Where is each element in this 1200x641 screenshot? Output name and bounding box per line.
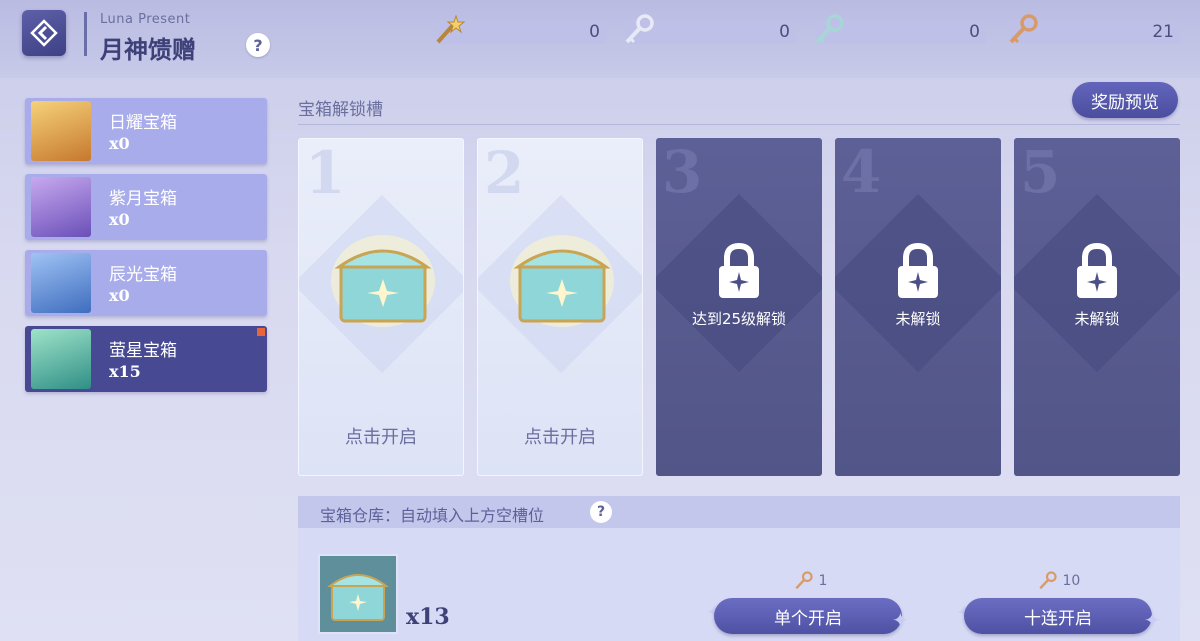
back-arrow-icon [30,19,58,47]
sidebar-item-sun-chest[interactable]: 日耀宝箱 x0 [25,98,267,164]
lock-requirement-label: 未解锁 [1074,310,1120,328]
slot-number: 2 [484,139,525,207]
lock-requirement-label: 达到25级解锁 [691,310,787,328]
firefly-chest-icon [31,329,91,389]
page-title: 月神馈赠 [100,35,196,64]
chest-name: 萤星宝箱 [109,341,177,361]
teal-chest-icon [320,556,396,632]
currency-value: 21 [1152,22,1174,42]
teal-chest-icon [331,235,435,327]
currency-bronze-key: 21 [1009,14,1180,44]
chest-slot-3[interactable]: 3 达到25级解锁 [656,138,822,476]
currency-value: 0 [779,22,790,42]
bronze-key-icon [1039,571,1057,590]
storage-chest-item[interactable] [318,554,398,634]
chest-count: x0 [109,210,130,229]
chest-slot-5[interactable]: 5 未解锁 [1014,138,1180,476]
chest-count: x0 [109,134,130,153]
open-slot-label: 点击开启 [524,427,596,448]
cost-value: 1 [818,573,828,589]
cost-value: 10 [1062,573,1081,589]
sun-chest-icon [31,101,91,161]
sparkle-icon: ✦ [1144,608,1161,632]
sidebar-item-dawn-chest[interactable]: 辰光宝箱 x0 [25,250,267,316]
storage-header: 宝箱仓库：自动填入上方空槽位 ? [298,496,1180,528]
open-ten-button[interactable]: 十连开启 [964,598,1152,634]
silver-key-icon [625,14,654,44]
chest-count: x0 [109,286,130,305]
chest-name: 日耀宝箱 [109,113,177,133]
slot-number: 3 [662,138,703,206]
open-single-button[interactable]: 单个开启 [714,598,902,634]
chest-storage-panel: 宝箱仓库：自动填入上方空槽位 ? x13 1 ✦ 单个开启 ✦ 10 ✦ 十连开… [298,496,1180,641]
single-open-cost: 1 [792,570,827,592]
lock-icon [898,242,938,298]
chest-count: x15 [109,362,141,381]
slot-number: 1 [305,139,346,207]
slots-section-label: 宝箱解锁槽 [298,100,383,120]
teal-key-icon [815,14,844,44]
page-subtitle: Luna Present [100,12,191,27]
chest-slot-2[interactable]: 2 点击开启 [477,138,643,476]
storage-count: x13 [406,604,450,630]
slot-number: 5 [1020,138,1061,206]
currency-wand: 0 [436,14,606,44]
top-bar: Luna Present 月神馈赠 ? 0 0 0 21 [0,0,1200,78]
section-divider [298,124,1180,125]
sparkle-icon: ✦ [892,608,909,632]
slot-number: 4 [841,138,882,206]
lock-icon [719,242,759,298]
ten-open-cost: 10 [1036,570,1080,592]
sidebar-item-firefly-chest[interactable]: 萤星宝箱 x15 [25,326,267,392]
dawn-chest-icon [31,253,91,313]
help-button[interactable]: ? [246,33,270,57]
chest-name: 辰光宝箱 [109,265,177,285]
open-slot-label: 点击开启 [345,427,417,448]
currency-teal-key: 0 [815,14,986,44]
chest-name: 紫月宝箱 [109,189,177,209]
lock-requirement-label: 未解锁 [895,310,941,328]
lock-icon [1077,242,1117,298]
storage-label: 宝箱仓库：自动填入上方空槽位 [320,506,545,525]
bronze-key-icon [1009,14,1038,44]
title-divider [84,12,87,56]
gold-wand-icon [436,14,466,44]
moon-chest-icon [31,177,91,237]
sidebar-item-moon-chest[interactable]: 紫月宝箱 x0 [25,174,267,240]
notification-dot [257,328,265,336]
bronze-key-icon [795,571,813,590]
reward-preview-button[interactable]: 奖励预览 [1072,82,1178,118]
chest-slot-4[interactable]: 4 未解锁 [835,138,1001,476]
teal-chest-icon [510,235,614,327]
currency-value: 0 [589,22,600,42]
currency-value: 0 [969,22,980,42]
currency-silver-key: 0 [625,14,796,44]
chest-slot-1[interactable]: 1 点击开启 [298,138,464,476]
storage-help-button[interactable]: ? [590,501,612,523]
back-button[interactable] [22,10,66,56]
